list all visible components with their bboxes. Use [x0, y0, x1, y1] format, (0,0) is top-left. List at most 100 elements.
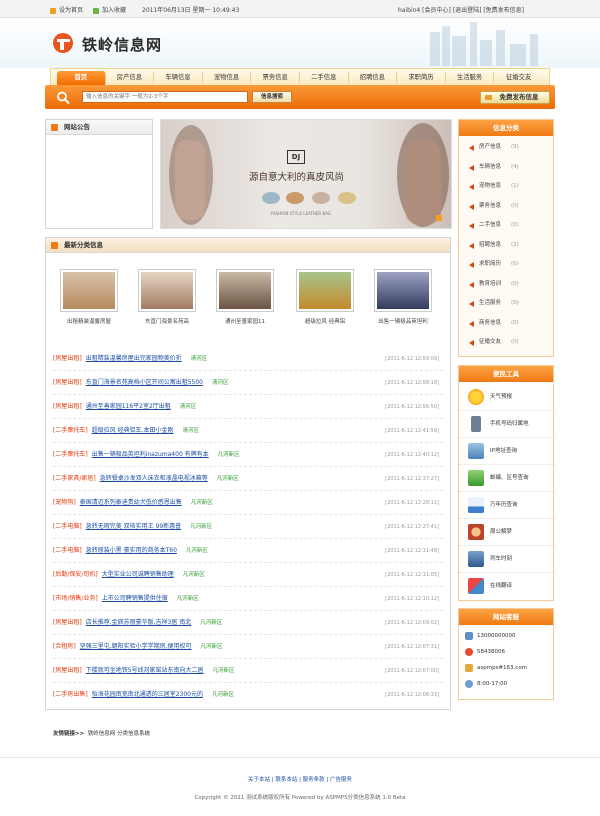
tool-translate[interactable]: 在线翻译	[459, 573, 553, 600]
tool-calendar[interactable]: 万年历查询	[459, 492, 553, 519]
list-item[interactable]: [后勤/保安/司机] 大型实业公司诚聘销售助理 凡河新区 [2011-6-12 12:…	[53, 563, 443, 587]
row-title[interactable]: 店长推荐,金辰苏丽豪华版,吉祥3居 南北	[86, 619, 192, 626]
row-category[interactable]: [房屋出租]	[53, 619, 82, 626]
search-input[interactable]	[82, 91, 248, 103]
list-item[interactable]: [二手家具/家居] 急转餐桌沙发双人床衣柜液晶电视冰箱等 凡河新区 [2011-6-1…	[53, 467, 443, 491]
category-item[interactable]: 教育培训 (0)	[459, 275, 553, 295]
list-item[interactable]: [房屋出租] 通州至善家园116平2室2厅出租 清河区 [2011-6-12 12:5…	[53, 395, 443, 419]
row-category[interactable]: [二手摩托车]	[53, 451, 88, 458]
tools-panel-title: 便民工具	[459, 366, 553, 382]
tool-phone-lookup[interactable]: 手机号码归属地	[459, 411, 553, 438]
tool-train[interactable]: 列车时刻	[459, 546, 553, 573]
site-logo-text[interactable]: 铁岭信息网	[82, 34, 162, 55]
list-item[interactable]: [宠物狗] 泰国清迈系列泰迪贵幼犬低价感恩出售 凡河新区 [2011-6-12 12:…	[53, 491, 443, 515]
footer-links[interactable]: 关于本站 | 联系本站 | 服务条款 | 广告服务	[0, 775, 600, 783]
banner-ad[interactable]: DJ 源自意大利的真皮风尚 FASHION STYLE LEATHER BAG	[160, 119, 452, 229]
nav-item-jobs[interactable]: 招聘信息	[349, 71, 398, 83]
row-category[interactable]: [二手电脑]	[53, 523, 82, 530]
row-title[interactable]: 下楼就可坐地铁5号线刘家窑站东南向大二居	[86, 667, 204, 674]
thumb-image[interactable]	[296, 269, 354, 312]
row-category[interactable]: [房屋出租]	[53, 379, 82, 386]
service-email[interactable]: aspmps#163.com	[459, 660, 553, 676]
row-category[interactable]: [宠物狗]	[53, 499, 76, 506]
thumb-caption[interactable]: 超级拉风 经典铝	[285, 317, 365, 325]
thumb-image[interactable]	[60, 269, 118, 312]
list-item[interactable]: [房屋出租] 出租精装温馨房屋出完家园物美价折 清河区 [2011-6-12 12:5…	[53, 347, 443, 371]
thumb-image[interactable]	[216, 269, 274, 312]
row-category[interactable]: [房屋出租]	[53, 403, 82, 410]
row-title[interactable]: 怡海花园南宽南北通透的三居室2300元的	[92, 691, 203, 698]
row-category[interactable]: [二手摩托车]	[53, 427, 88, 434]
nav-item-ticket[interactable]: 票务信息	[251, 71, 300, 83]
set-home-link[interactable]: 设为首页	[50, 5, 83, 14]
user-links[interactable]: haibin4 [会员中心] [退出登陆] [免费发布信息]	[398, 5, 524, 14]
row-category[interactable]: [二手房出售]	[53, 691, 88, 698]
category-item[interactable]: 生活服务 (0)	[459, 294, 553, 314]
tool-weather[interactable]: 天气预报	[459, 384, 553, 411]
nav-item-vehicle[interactable]: 车辆信息	[154, 71, 203, 83]
nav-item-house[interactable]: 房产信息	[106, 71, 155, 83]
row-category[interactable]: [房屋出租]	[53, 667, 82, 674]
category-item[interactable]: 招聘信息 (2)	[459, 236, 553, 256]
nav-item-resume[interactable]: 求职简历	[397, 71, 446, 83]
free-post-button[interactable]: 免费发布信息	[480, 91, 550, 104]
row-title[interactable]: 超级拉风 经典铝车,本田小金刚	[92, 427, 174, 434]
row-category[interactable]: [二手电脑]	[53, 547, 82, 554]
list-item[interactable]: [二手摩托车] 出售一辆极品英坦利inazuma400 有牌有本 凡河新区 [2011…	[53, 443, 443, 467]
row-category[interactable]: [后勤/保安/司机]	[53, 571, 98, 578]
list-item[interactable]: [房屋出租] 下楼就可坐地铁5号线刘家窑站东南向大二居 凡河新区 [2011-6-12…	[53, 659, 443, 683]
row-category[interactable]: [二手家具/家居]	[53, 475, 96, 482]
row-category[interactable]: [合租房]	[53, 643, 76, 650]
row-title[interactable]: 上市公司聘销售提供住宿	[102, 595, 168, 602]
list-item[interactable]: [房屋出租] 东直门海景名苑高档小区开间公寓出租5500 清河区 [2011-6-12…	[53, 371, 443, 395]
list-item[interactable]: [房屋出租] 店长推荐,金辰苏丽豪华版,吉祥3居 南北 凡河新区 [2011-6-12…	[53, 611, 443, 635]
list-item[interactable]: [市场/销售/业务] 上市公司聘销售提供住宿 凡河新区 [2011-6-12 12:1…	[53, 587, 443, 611]
row-category[interactable]: [市场/销售/业务]	[53, 595, 98, 602]
thumb-caption[interactable]: 东直门海景名苑高	[127, 317, 207, 325]
thumb-image[interactable]	[374, 269, 432, 312]
row-title[interactable]: 泰国清迈系列泰迪贵幼犬低价感恩出售	[80, 499, 182, 506]
row-date: [2011-6-12 12:07:00]	[385, 668, 439, 674]
list-item[interactable]: [二手房出售] 怡海花园南宽南北通透的三居室2300元的 凡河新区 [2011-6-1…	[53, 683, 443, 707]
row-title[interactable]: 急转原装小黑 豪实用的商务本T60	[86, 547, 177, 554]
category-item[interactable]: 车辆信息 (4)	[459, 158, 553, 178]
thumb-caption[interactable]: 通州至善家园11	[205, 317, 285, 325]
nav-item-dating[interactable]: 征婚交友	[494, 72, 543, 83]
row-title[interactable]: 急转餐桌沙发双人床衣柜液晶电视冰箱等	[100, 475, 208, 482]
row-title[interactable]: 大型实业公司诚聘销售助理	[102, 571, 174, 578]
row-category[interactable]: [房屋出租]	[53, 355, 82, 362]
row-title[interactable]: 东直门海景名苑高档小区开间公寓出租5500	[86, 379, 203, 386]
home-icon	[50, 7, 56, 14]
category-item[interactable]: 商务信息 (0)	[459, 314, 553, 334]
category-item[interactable]: 求职简历 (0)	[459, 255, 553, 275]
tool-ip-lookup[interactable]: IP地址查询	[459, 438, 553, 465]
tool-postcode[interactable]: 邮编、区号查询	[459, 465, 553, 492]
add-favorite-link[interactable]: 加入收藏	[93, 5, 126, 14]
category-item[interactable]: 二手信息 (0)	[459, 216, 553, 236]
thumb-image[interactable]	[138, 269, 196, 312]
list-item[interactable]: [二手电脑] 急转原装小黑 豪实用的商务本T60 凡河新区 [2011-6-12 12…	[53, 539, 443, 563]
service-qq[interactable]: 58438006	[459, 644, 553, 660]
category-item[interactable]: 房产信息 (9)	[459, 138, 553, 158]
tool-dream[interactable]: 周公解梦	[459, 519, 553, 546]
category-item[interactable]: 票务信息 (0)	[459, 197, 553, 217]
friend-links-items[interactable]: 铁岭信息网 分类信息系统	[88, 731, 150, 737]
category-item[interactable]: 宠物信息 (1)	[459, 177, 553, 197]
list-item[interactable]: [合租房] 坚强三里屯,朝阳实验小学学期房,便用权可 凡河新区 [2011-6-12 …	[53, 635, 443, 659]
thumb-caption[interactable]: 出租精装温馨房屋	[49, 317, 129, 325]
row-title[interactable]: 通州至善家园116平2室2厅出租	[86, 403, 171, 410]
row-title[interactable]: 急转无瑕完美 双核实用王 99新惠普	[86, 523, 181, 530]
row-title[interactable]: 坚强三里屯,朝阳实验小学学期房,便用权可	[80, 643, 192, 650]
list-item[interactable]: [二手电脑] 急转无瑕完美 双核实用王 99新惠普 凡河新区 [2011-6-12 1…	[53, 515, 443, 539]
nav-item-home[interactable]: 首页	[57, 71, 106, 85]
row-title[interactable]: 出租精装温馨房屋出完家园物美价折	[86, 355, 182, 362]
nav-item-secondhand[interactable]: 二手信息	[300, 71, 349, 83]
search-button[interactable]: 信息搜索	[252, 91, 292, 103]
category-item[interactable]: 征婚交友 (0)	[459, 333, 553, 353]
row-title[interactable]: 出售一辆极品英坦利inazuma400 有牌有本	[92, 451, 209, 458]
nav-item-life[interactable]: 生活服务	[446, 71, 495, 83]
list-item[interactable]: [二手摩托车] 超级拉风 经典铝车,本田小金刚 清河区 [2011-6-12 12:4…	[53, 419, 443, 443]
nav-item-pet[interactable]: 宠物信息	[203, 71, 252, 83]
service-panel-title: 网站客服	[459, 609, 553, 625]
thumb-caption[interactable]: 出售一辆极品英坦利	[363, 317, 443, 325]
